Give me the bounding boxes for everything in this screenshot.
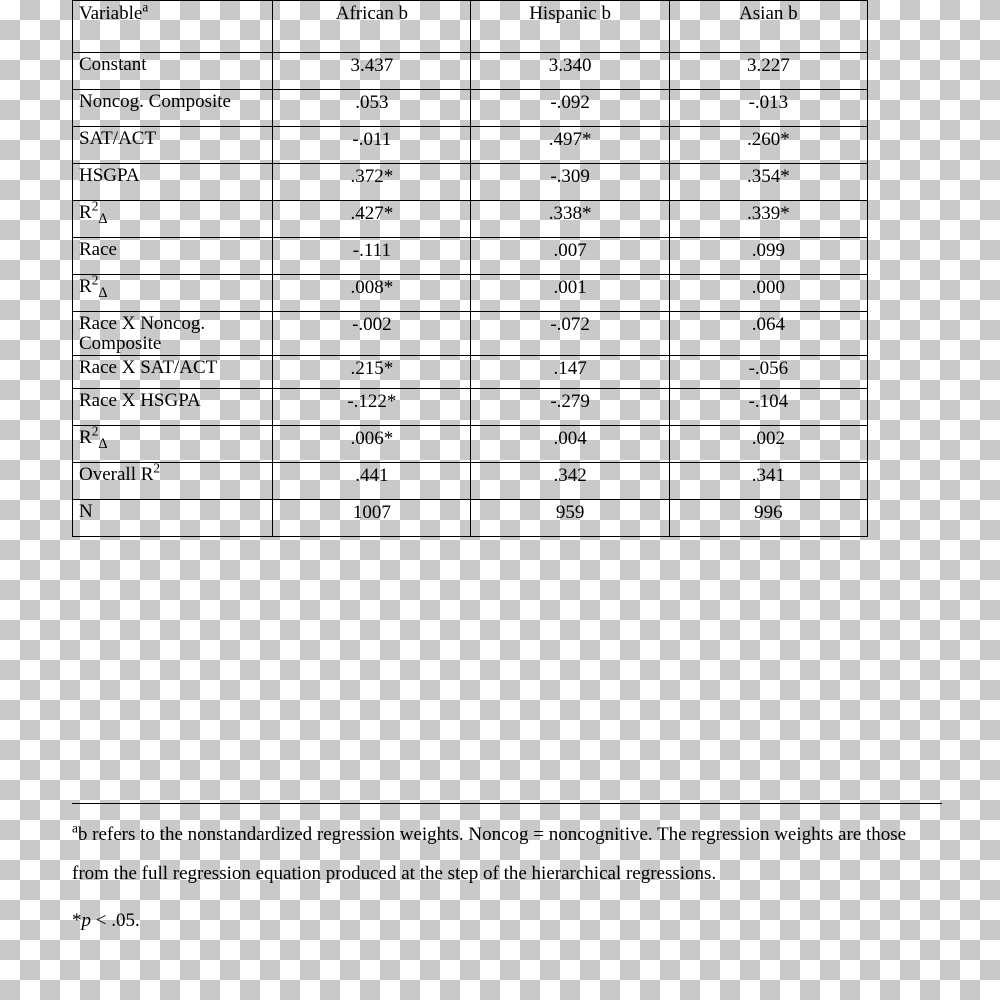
row-value: 959 (471, 500, 669, 537)
header-variable: Variablea (73, 1, 273, 53)
row-value: .006* (273, 426, 471, 463)
table-row: Race X Noncog.Composite-.002-.072.064 (73, 311, 868, 356)
row-value: .260* (669, 126, 867, 163)
table-row: Overall R2.441.342.341 (73, 463, 868, 500)
header-african: African b (273, 1, 471, 53)
row-variable-label: N (73, 500, 273, 537)
row-value: 3.437 (273, 53, 471, 90)
row-value: -.092 (471, 89, 669, 126)
row-value: .001 (471, 274, 669, 311)
row-value: -.002 (273, 311, 471, 356)
regression-table: Variablea African b Hispanic b Asian b C… (72, 0, 868, 537)
header-asian: Asian b (669, 1, 867, 53)
row-value: .372* (273, 163, 471, 200)
row-value: .354* (669, 163, 867, 200)
footnotes: ab refers to the nonstandardized regress… (72, 816, 942, 941)
row-value: .147 (471, 356, 669, 389)
row-value: -.011 (273, 126, 471, 163)
row-value: .342 (471, 463, 669, 500)
row-value: .215* (273, 356, 471, 389)
footnote-divider (72, 803, 942, 804)
row-value: .000 (669, 274, 867, 311)
row-value: .002 (669, 426, 867, 463)
header-hispanic: Hispanic b (471, 1, 669, 53)
table-row: SAT/ACT-.011.497*.260* (73, 126, 868, 163)
row-value: -.309 (471, 163, 669, 200)
row-value: .053 (273, 89, 471, 126)
row-value: .497* (471, 126, 669, 163)
row-variable-label: R2Δ (73, 200, 273, 237)
table-row: Race X SAT/ACT.215*.147-.056 (73, 356, 868, 389)
row-variable-label: Race X HSGPA (73, 389, 273, 426)
row-value: .339* (669, 200, 867, 237)
row-value: 1007 (273, 500, 471, 537)
row-variable-label: Race X Noncog.Composite (73, 311, 273, 356)
table-row: Noncog. Composite.053-.092-.013 (73, 89, 868, 126)
row-variable-label: R2Δ (73, 274, 273, 311)
row-value: 996 (669, 500, 867, 537)
row-value: .004 (471, 426, 669, 463)
row-value: 3.340 (471, 53, 669, 90)
row-value: .007 (471, 237, 669, 274)
table-row: Race-.111.007.099 (73, 237, 868, 274)
row-value: .441 (273, 463, 471, 500)
row-value: -.279 (471, 389, 669, 426)
footnote-a: ab refers to the nonstandardized regress… (72, 816, 942, 894)
table-header-row: Variablea African b Hispanic b Asian b (73, 1, 868, 53)
row-value: -.072 (471, 311, 669, 356)
table-row: R2Δ.008*.001.000 (73, 274, 868, 311)
row-value: -.013 (669, 89, 867, 126)
row-value: .341 (669, 463, 867, 500)
row-variable-label: Race X SAT/ACT (73, 356, 273, 389)
row-value: -.111 (273, 237, 471, 274)
row-value: .008* (273, 274, 471, 311)
row-value: 3.227 (669, 53, 867, 90)
row-value: .427* (273, 200, 471, 237)
row-variable-label: HSGPA (73, 163, 273, 200)
row-variable-label: Overall R2 (73, 463, 273, 500)
table-row: HSGPA.372*-.309.354* (73, 163, 868, 200)
row-value: -.122* (273, 389, 471, 426)
row-value: .099 (669, 237, 867, 274)
row-variable-label: R2Δ (73, 426, 273, 463)
table-row: R2Δ.006*.004.002 (73, 426, 868, 463)
row-value: -.104 (669, 389, 867, 426)
row-value: -.056 (669, 356, 867, 389)
row-variable-label: Constant (73, 53, 273, 90)
row-variable-label: SAT/ACT (73, 126, 273, 163)
row-value: .064 (669, 311, 867, 356)
table-row: R2Δ.427*.338*.339* (73, 200, 868, 237)
footnote-pvalue: *p < .05. (72, 902, 942, 941)
table-row: N1007959996 (73, 500, 868, 537)
row-variable-label: Noncog. Composite (73, 89, 273, 126)
table-row: Race X HSGPA-.122*-.279-.104 (73, 389, 868, 426)
table-row: Constant3.4373.3403.227 (73, 53, 868, 90)
row-variable-label: Race (73, 237, 273, 274)
row-value: .338* (471, 200, 669, 237)
